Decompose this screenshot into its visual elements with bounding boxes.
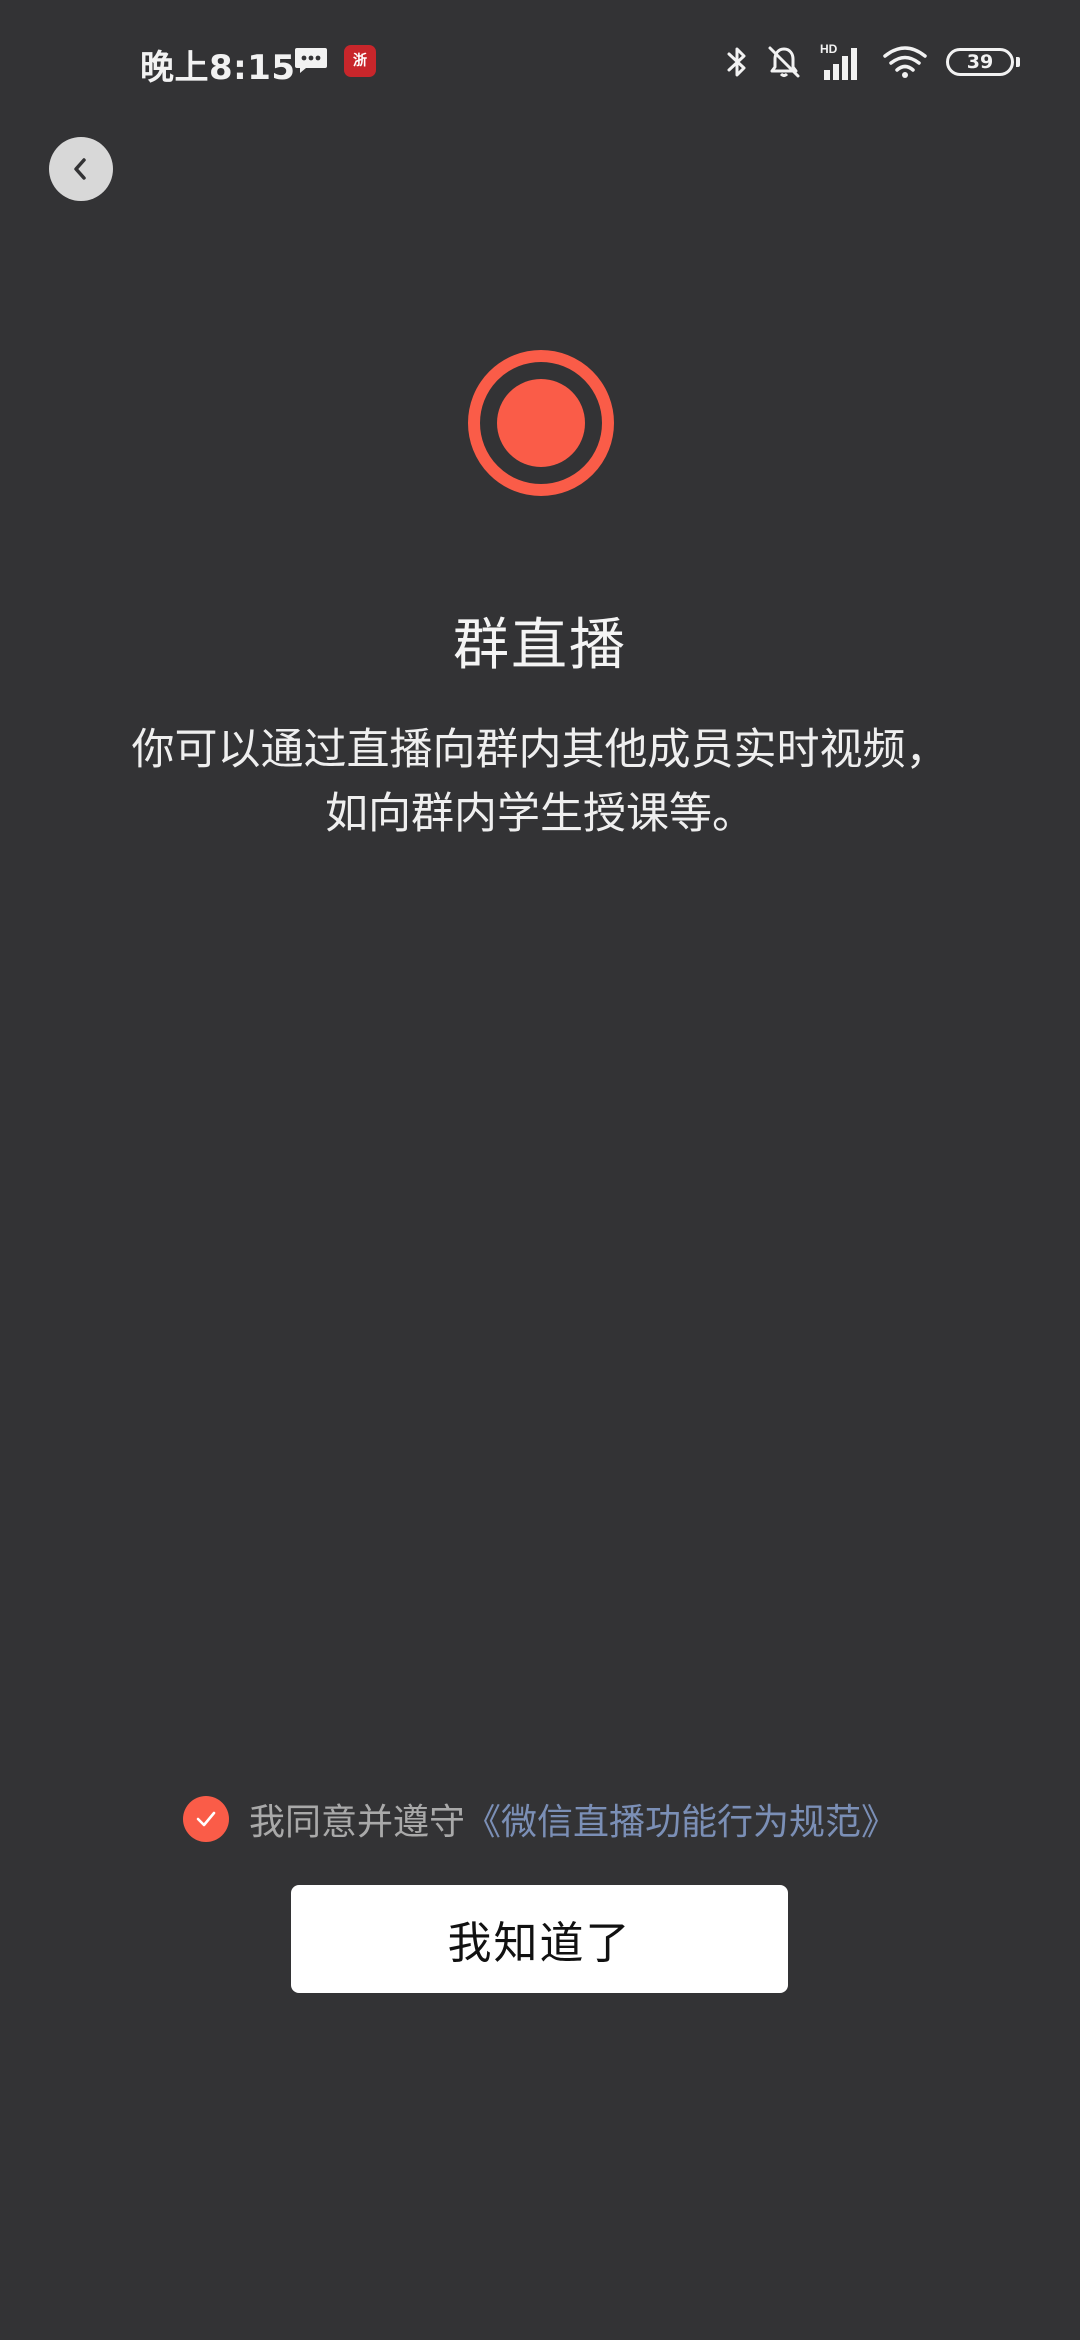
status-time: 晚上8:15 — [140, 48, 296, 88]
chevron-left-icon — [74, 158, 86, 180]
status-bar: 晚上8:15 浙 HD 39 — [0, 0, 1080, 120]
wifi-icon — [883, 46, 927, 78]
page-title: 群直播 — [453, 613, 627, 678]
agreement-text: 我同意并遵守《微信直播功能行为规范》 — [249, 1793, 897, 1845]
description: 你可以通过直播向群内其他成员实时视频， 如向群内学生授课等。 — [80, 718, 1000, 846]
signal-icon: HD — [820, 42, 857, 80]
news-app-icon: 浙 — [344, 45, 376, 77]
description-line: 你可以通过直播向群内其他成员实时视频， — [131, 725, 949, 775]
bluetooth-icon — [727, 47, 746, 77]
confirm-button[interactable]: 我知道了 — [291, 1885, 788, 1993]
battery-icon: 39 — [946, 48, 1020, 76]
description-line: 如向群内学生授课等。 — [325, 789, 755, 839]
agreement-checkbox[interactable] — [182, 1796, 229, 1842]
svg-text:HD: HD — [820, 42, 838, 56]
agreement-prefix: 我同意并遵守 — [248, 1802, 465, 1843]
back-button[interactable] — [49, 137, 113, 201]
mute-icon — [768, 46, 800, 78]
agreement-link[interactable]: 《微信直播功能行为规范》 — [465, 1802, 897, 1843]
record-icon — [468, 350, 614, 496]
status-icons: HD 39 — [726, 40, 1020, 84]
message-icon — [295, 48, 327, 73]
agreement-row: 我同意并遵守《微信直播功能行为规范》 — [0, 1793, 1080, 1845]
checkmark-icon — [196, 1811, 216, 1827]
